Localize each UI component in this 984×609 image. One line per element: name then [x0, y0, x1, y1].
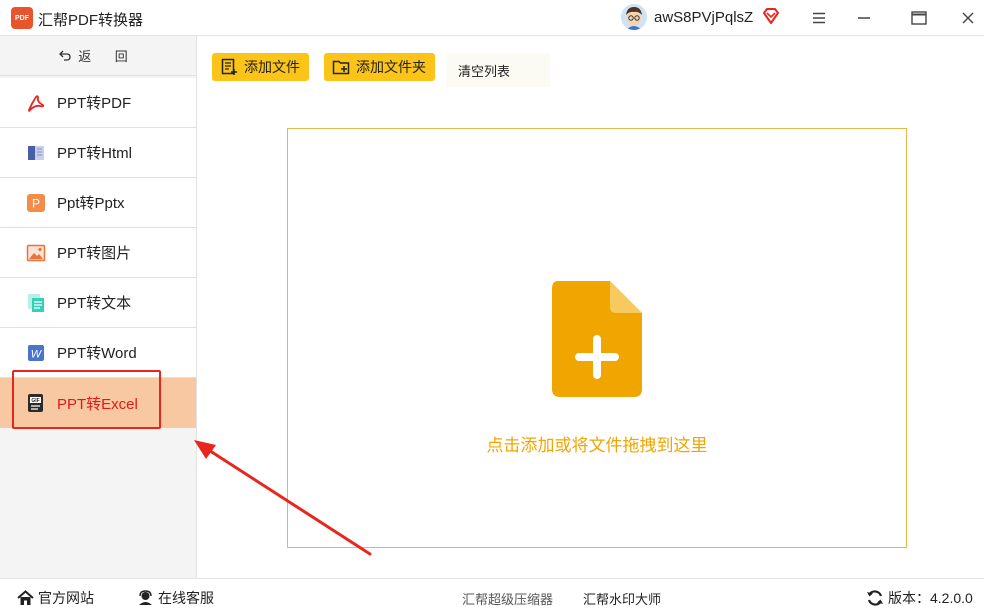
sidebar-item-label: PPT转PDF	[57, 95, 132, 112]
close-icon[interactable]	[956, 6, 980, 30]
online-service-link[interactable]: 在线客服	[137, 588, 214, 608]
add-folder-button[interactable]: 添加文件夹	[324, 53, 435, 81]
back-button[interactable]: 返 回	[0, 36, 196, 76]
sidebar-item-label: PPT转Excel	[57, 395, 138, 413]
sidebar-item-ppt-to-html[interactable]: PPT转Html	[0, 128, 196, 178]
add-file-icon	[221, 58, 237, 75]
avatar[interactable]	[621, 4, 647, 30]
version-label: 版本：	[888, 590, 930, 606]
app-title: 汇帮PDF转换器	[38, 12, 144, 29]
sidebar: 返 回 PPT转PDF PPT转Html P Ppt转Pptx PPT转图片 P…	[0, 36, 197, 578]
sidebar-item-ppt-to-pptx[interactable]: P Ppt转Pptx	[0, 178, 196, 228]
add-folder-icon	[332, 60, 350, 75]
drop-hint-text: 点击添加或将文件拖拽到这里	[486, 436, 708, 455]
pptx-icon: P	[26, 193, 46, 213]
watermark-link[interactable]: 汇帮水印大师	[583, 589, 661, 608]
app-logo-text: PDF	[15, 14, 29, 22]
vip-diamond-icon[interactable]	[762, 7, 780, 25]
pdf-icon	[26, 93, 46, 113]
back-label: 返 回	[78, 49, 138, 64]
svg-text:W: W	[31, 348, 43, 360]
refresh-icon	[867, 590, 883, 606]
html-icon	[26, 143, 46, 163]
back-arrow-icon	[58, 48, 72, 64]
sidebar-item-label: PPT转Word	[57, 345, 137, 362]
add-file-label: 添加文件	[244, 59, 300, 75]
add-document-icon	[552, 281, 642, 397]
excel-icon: GIF	[26, 393, 46, 413]
maximize-icon[interactable]	[907, 6, 931, 30]
file-drop-zone[interactable]: 点击添加或将文件拖拽到这里	[287, 128, 907, 548]
app-logo: PDF	[11, 7, 33, 29]
sidebar-item-ppt-to-pdf[interactable]: PPT转PDF	[0, 78, 196, 128]
sidebar-item-label: PPT转图片	[57, 245, 132, 262]
version-info[interactable]: 版本： 4.2.0.0	[866, 588, 973, 608]
sidebar-item-label: PPT转文本	[57, 295, 132, 312]
text-icon	[26, 293, 46, 313]
sidebar-item-label: Ppt转Pptx	[57, 195, 125, 212]
customer-service-icon	[139, 590, 152, 605]
add-folder-label: 添加文件夹	[356, 59, 426, 75]
sidebar-item-ppt-to-image[interactable]: PPT转图片	[0, 228, 196, 278]
svg-text:GIF: GIF	[31, 398, 39, 404]
word-icon: W	[26, 343, 46, 363]
official-website-link[interactable]: 官方网站	[17, 588, 94, 608]
svg-text:P: P	[32, 196, 40, 210]
home-icon	[17, 590, 34, 605]
menu-icon[interactable]	[807, 6, 831, 30]
sidebar-item-ppt-to-excel[interactable]: GIF PPT转Excel	[0, 378, 196, 428]
minimize-icon[interactable]	[852, 6, 876, 30]
sidebar-item-ppt-to-text[interactable]: PPT转文本	[0, 278, 196, 328]
compressor-link[interactable]: 汇帮超级压缩器	[462, 589, 553, 608]
clear-list-button[interactable]: 清空列表	[446, 53, 550, 87]
username[interactable]: awS8PVjPqlsZ	[654, 9, 753, 26]
image-icon	[26, 243, 46, 263]
status-bar: 官方网站 在线客服 汇帮超级压缩器 汇帮水印大师 版本： 4.2.0.0	[0, 578, 984, 609]
version-number: 4.2.0.0	[930, 590, 973, 606]
sidebar-item-label: PPT转Html	[57, 145, 133, 162]
title-bar: PDF 汇帮PDF转换器 awS8PVjPqlsZ	[0, 0, 984, 36]
official-website-label: 官方网站	[38, 590, 94, 606]
add-file-button[interactable]: 添加文件	[212, 53, 309, 81]
app-window: PDF 汇帮PDF转换器 awS8PVjPqlsZ 返 回 PPT转PDF PP…	[0, 0, 984, 609]
online-service-label: 在线客服	[158, 590, 214, 606]
sidebar-item-ppt-to-word[interactable]: W PPT转Word	[0, 328, 196, 378]
sidebar-empty-area	[0, 428, 196, 578]
